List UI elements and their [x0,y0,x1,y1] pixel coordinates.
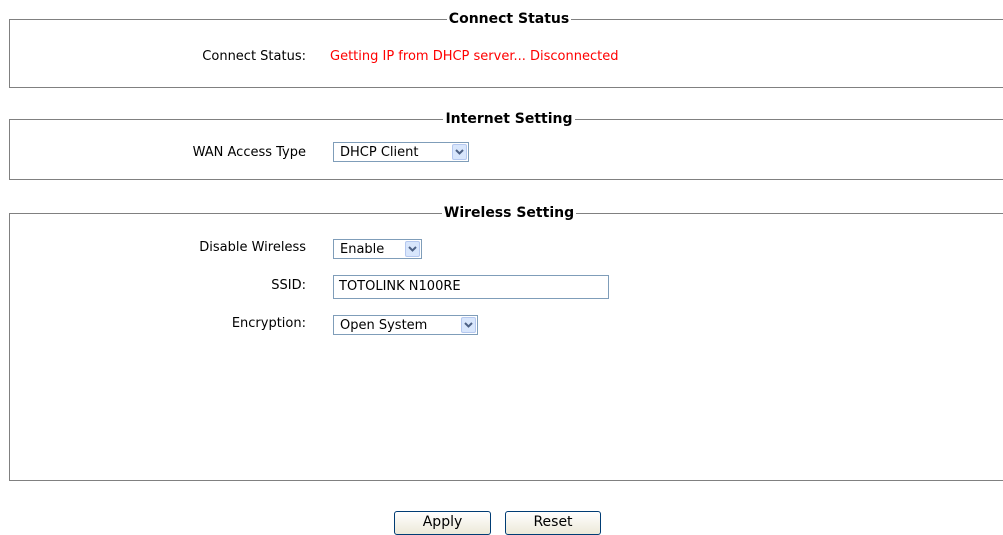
apply-button[interactable]: Apply [394,511,491,535]
wan-access-type-label: WAN Access Type [192,145,306,160]
internet-setting-section: Internet Setting WAN Access Type DHCP Cl… [9,111,1003,180]
connect-status-legend: Connect Status [446,11,572,27]
wan-access-type-value: DHCP Client [340,144,419,160]
chevron-down-icon[interactable] [452,144,467,160]
disable-wireless-value: Enable [340,241,385,257]
encryption-select[interactable]: Open System [333,315,478,335]
wireless-setting-legend: Wireless Setting [441,205,577,221]
encryption-value: Open System [340,317,428,333]
wan-access-type-select[interactable]: DHCP Client [333,142,469,162]
reset-button[interactable]: Reset [505,511,601,535]
connect-status-value: Getting IP from DHCP server... Disconnec… [330,49,619,64]
disable-wireless-label: Disable Wireless [199,240,306,255]
disable-wireless-select[interactable]: Enable [333,239,422,259]
ssid-input[interactable]: TOTOLINK N100RE [333,275,609,299]
wireless-setting-section: Wireless Setting Disable Wireless Enable… [9,205,1003,481]
connect-status-label: Connect Status: [202,49,306,64]
ssid-label: SSID: [271,278,306,293]
internet-setting-legend: Internet Setting [443,111,575,127]
chevron-down-icon[interactable] [405,241,420,257]
connect-status-section: Connect Status Connect Status: Getting I… [9,11,1003,88]
chevron-down-icon[interactable] [461,317,476,333]
encryption-label: Encryption: [231,316,306,331]
